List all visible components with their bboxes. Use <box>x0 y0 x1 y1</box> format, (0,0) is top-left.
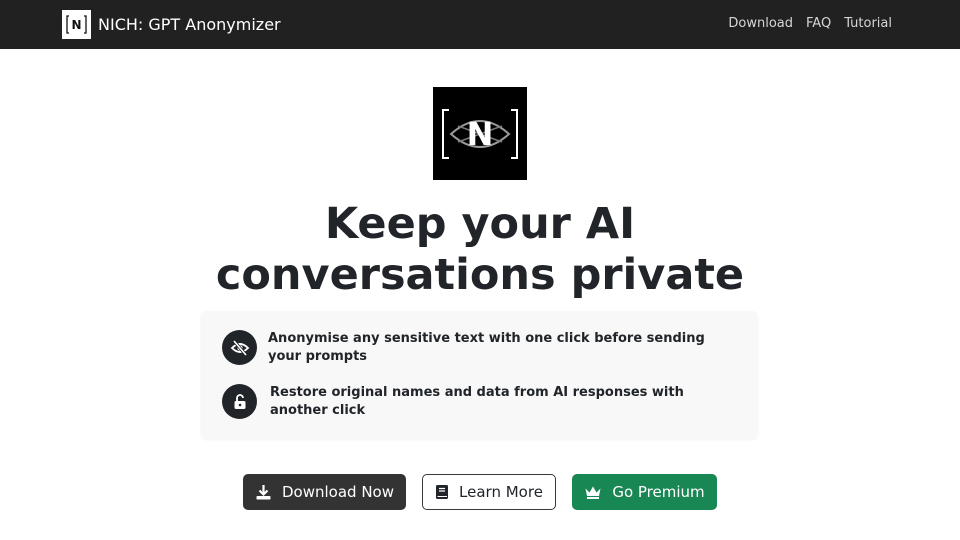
brand-name: NICH: GPT Anonymizer <box>98 15 281 34</box>
headline-line-1: Keep your AI <box>324 199 636 249</box>
features-card: Anonymise any sensitive text with one cl… <box>201 311 758 439</box>
nav-tutorial-link[interactable]: Tutorial <box>844 16 892 31</box>
learn-more-button[interactable]: Learn More <box>422 474 556 510</box>
feature-restore-text: Restore original names and data from AI … <box>270 385 684 418</box>
svg-text:N: N <box>467 115 494 153</box>
go-premium-button[interactable]: Go Premium <box>572 474 717 510</box>
nav-faq-link[interactable]: FAQ <box>806 16 831 31</box>
navbar: N NICH: GPT Anonymizer Download FAQ Tuto… <box>0 0 960 49</box>
download-now-button[interactable]: Download Now <box>243 474 406 510</box>
hero-headline: Keep your AI conversations private <box>0 199 960 301</box>
brand[interactable]: N NICH: GPT Anonymizer <box>62 10 281 39</box>
hero-logo: N <box>433 87 527 180</box>
unlock-icon <box>222 384 257 419</box>
crown-icon <box>585 486 601 499</box>
n-logo-icon: N <box>442 108 518 159</box>
svg-text:N: N <box>71 18 81 32</box>
brand-logo-icon: N <box>62 10 91 39</box>
headline-line-2: conversations private <box>215 250 745 300</box>
feature-anonymise: Anonymise any sensitive text with one cl… <box>222 330 728 366</box>
book-icon <box>436 485 449 499</box>
download-icon <box>256 484 271 499</box>
go-premium-label: Go Premium <box>612 483 705 501</box>
feature-restore: Restore original names and data from AI … <box>222 384 730 420</box>
download-now-label: Download Now <box>282 483 394 501</box>
nav-download-link[interactable]: Download <box>728 16 793 31</box>
feature-anonymise-text: Anonymise any sensitive text with one cl… <box>268 331 705 364</box>
eye-slash-icon <box>222 330 257 365</box>
learn-more-label: Learn More <box>459 483 543 501</box>
nav-links: Download FAQ Tutorial <box>715 16 892 31</box>
